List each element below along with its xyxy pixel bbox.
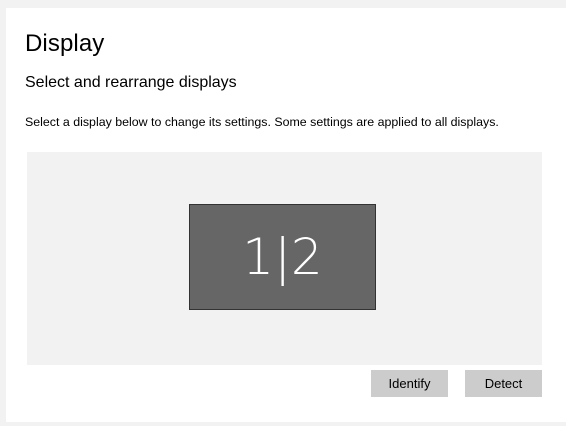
section-heading: Select and rearrange displays (25, 74, 237, 91)
page-title: Display (25, 30, 105, 57)
settings-page: Display Select and rearrange displays Se… (0, 0, 566, 426)
display-arrangement-area[interactable]: 1|2 (27, 152, 542, 365)
section-description: Select a display below to change its set… (25, 115, 499, 129)
display-settings-panel: Display Select and rearrange displays Se… (6, 8, 566, 422)
identify-button[interactable]: Identify (371, 370, 448, 397)
detect-button[interactable]: Detect (465, 370, 542, 397)
monitor-number-label: 1|2 (242, 228, 323, 286)
display-monitor-1-2[interactable]: 1|2 (189, 204, 376, 310)
